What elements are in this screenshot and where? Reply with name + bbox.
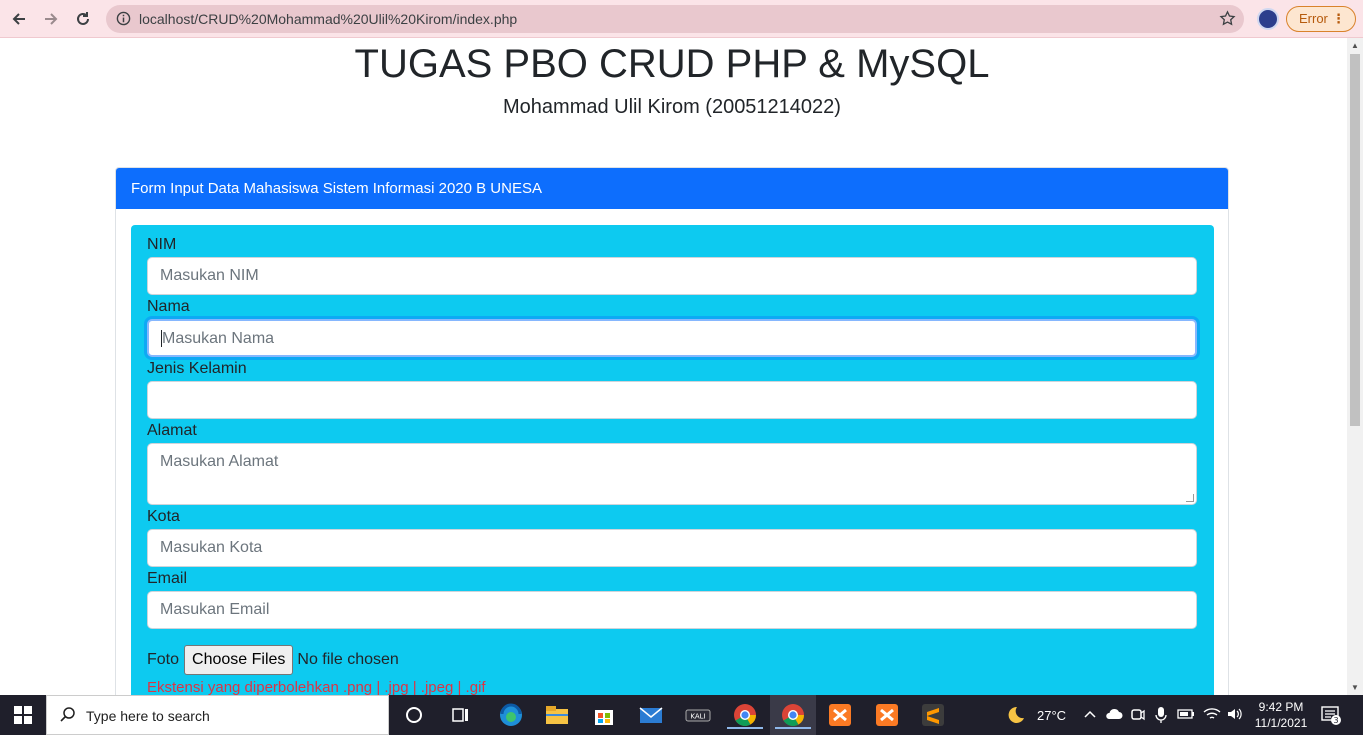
card-header: Form Input Data Mahasiswa Sistem Informa… [116, 168, 1228, 209]
nama-label: Nama [147, 298, 190, 315]
email-input[interactable]: Masukan Email [147, 591, 1197, 629]
clock-date: 11/1/2021 [1254, 716, 1308, 730]
scroll-down-icon[interactable]: ▼ [1351, 683, 1359, 692]
address-bar[interactable]: localhost/CRUD%20Mohammad%20Ulil%20Kirom… [106, 5, 1244, 33]
chrome-icon-1[interactable] [727, 701, 763, 729]
scroll-up-icon[interactable]: ▲ [1351, 41, 1359, 50]
error-button[interactable]: Error ⋮ [1286, 6, 1356, 32]
browser-toolbar: localhost/CRUD%20Mohammad%20Ulil%20Kirom… [0, 0, 1363, 38]
weather-moon-icon[interactable] [1004, 705, 1026, 745]
url-text: localhost/CRUD%20Mohammad%20Ulil%20Kirom… [139, 11, 518, 27]
extension-note: Ekstensi yang diperbolehkan .png | .jpg … [147, 679, 486, 695]
site-info-icon[interactable] [116, 11, 131, 31]
kota-input[interactable]: Masukan Kota [147, 529, 1197, 567]
page-title: TUGAS PBO CRUD PHP & MySQL [354, 42, 990, 86]
cloud-icon[interactable] [1105, 707, 1123, 747]
page-content: TUGAS PBO CRUD PHP & MySQL Mohammad Ulil… [0, 38, 1347, 695]
notification-count: 3 [1333, 716, 1338, 725]
file-status: No file chosen [297, 651, 399, 668]
email-label: Email [147, 570, 188, 587]
reload-icon[interactable] [72, 8, 94, 30]
app-open-indicator [727, 727, 763, 729]
kali-label: KALI [690, 713, 705, 721]
notification-icon[interactable]: 3 [1320, 704, 1342, 744]
resize-handle[interactable] [1186, 494, 1194, 502]
kota-label: Kota [147, 508, 180, 525]
jenis-kelamin-input[interactable] [147, 381, 1197, 419]
foto-label: Foto [147, 651, 180, 668]
alamat-label: Alamat [147, 422, 197, 439]
store-icon[interactable] [590, 701, 618, 729]
choose-files-button[interactable]: Choose Files [184, 645, 294, 675]
back-icon[interactable] [8, 8, 30, 30]
profile-avatar[interactable] [1257, 8, 1279, 30]
sublime-text-icon[interactable] [919, 701, 947, 729]
chevron-up-icon[interactable] [1083, 707, 1097, 747]
page-subtitle: Mohammad Ulil Kirom (20051214022) [503, 96, 841, 118]
bookmark-star-icon[interactable] [1219, 10, 1236, 32]
search-placeholder: Type here to search [86, 708, 210, 724]
xampp-icon-2[interactable] [873, 701, 901, 729]
taskbar: Type here to search KALI 27°C 9:42 PM 11… [0, 695, 1363, 735]
cortana-icon[interactable] [400, 701, 428, 729]
nama-placeholder: Masukan Nama [162, 330, 275, 347]
chrome-icon-2[interactable] [775, 701, 811, 729]
input-form: NIM Masukan NIM Nama Masukan Nama Jenis … [131, 225, 1214, 695]
alamat-textarea[interactable]: Masukan Alamat [147, 443, 1197, 505]
wifi-icon[interactable] [1203, 707, 1221, 747]
task-view-icon[interactable] [447, 701, 475, 729]
foto-row: Foto Choose Files No file chosen [147, 645, 399, 675]
kali-icon[interactable]: KALI [684, 701, 712, 729]
xampp-icon-1[interactable] [826, 701, 854, 729]
edge-icon[interactable] [497, 701, 525, 729]
taskbar-search[interactable]: Type here to search [46, 695, 389, 735]
forward-icon[interactable] [40, 8, 62, 30]
jenis-kelamin-label: Jenis Kelamin [147, 360, 247, 377]
app-open-indicator [775, 727, 811, 729]
page-scrollbar[interactable]: ▲ ▼ [1347, 38, 1363, 695]
menu-dots-icon: ⋮ [1332, 11, 1345, 26]
temperature-text: 27°C [1037, 708, 1067, 723]
volume-icon[interactable] [1226, 707, 1244, 747]
clock-time: 9:42 PM [1258, 700, 1304, 714]
microphone-icon[interactable] [1155, 706, 1167, 746]
nim-label: NIM [147, 236, 177, 253]
nama-input[interactable]: Masukan Nama [147, 319, 1197, 357]
error-label: Error [1299, 11, 1328, 26]
form-card: Form Input Data Mahasiswa Sistem Informa… [115, 167, 1229, 695]
taskbar-clock[interactable]: 9:42 PM 11/1/2021 [1253, 699, 1309, 731]
scroll-thumb[interactable] [1350, 54, 1360, 426]
search-icon [59, 706, 77, 729]
windows-start-icon[interactable] [0, 695, 46, 735]
alamat-placeholder: Masukan Alamat [160, 453, 279, 470]
nim-input[interactable]: Masukan NIM [147, 257, 1197, 295]
file-explorer-icon[interactable] [543, 701, 571, 729]
meet-now-icon[interactable] [1131, 707, 1145, 747]
battery-icon[interactable] [1177, 708, 1195, 748]
mail-icon[interactable] [637, 701, 665, 729]
